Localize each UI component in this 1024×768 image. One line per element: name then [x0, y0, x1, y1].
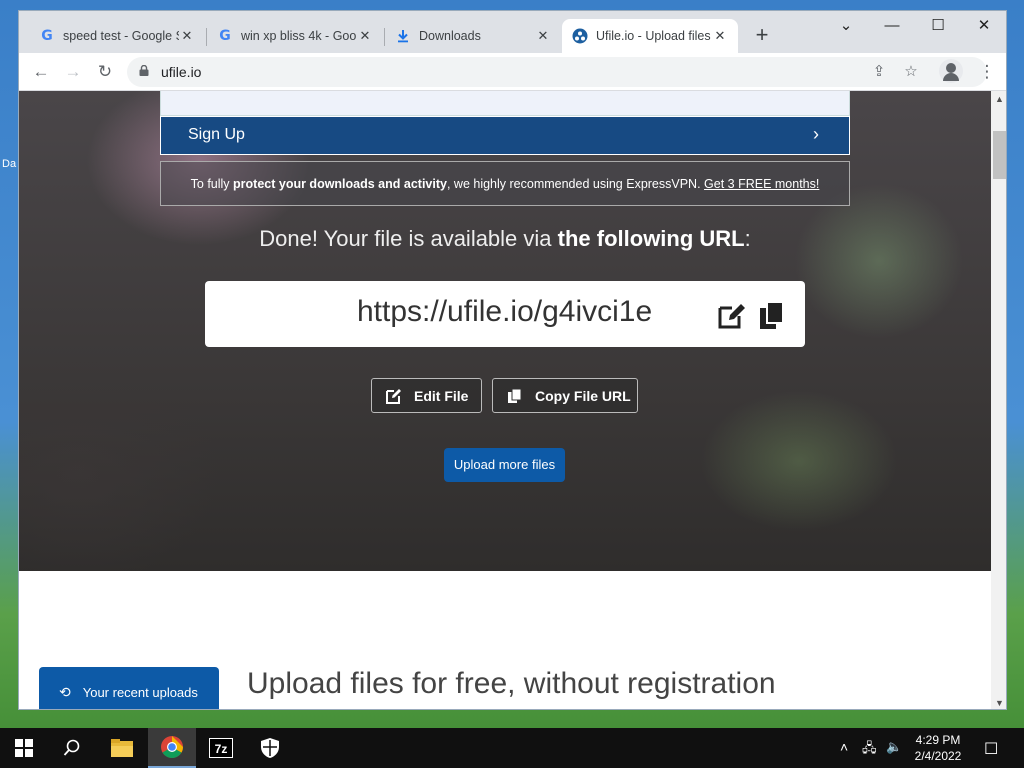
edit-icon[interactable]	[717, 302, 747, 330]
start-icon	[15, 739, 33, 757]
vpn-middle: , we highly recommended using ExpressVPN…	[446, 177, 705, 191]
clock-time: 4:29 PM	[915, 733, 961, 747]
close-icon[interactable]: ✕	[179, 28, 195, 44]
tab-win-xp-bliss[interactable]: G win xp bliss 4k - Goo ✕	[207, 19, 383, 53]
taskbar: 7z ˄ 🖧 🔈 4:29 PM 2/4/2022 ☐	[0, 728, 1024, 768]
reload-icon[interactable]: ↻	[91, 59, 119, 85]
vpn-offer-link[interactable]: Get 3 FREE months!	[704, 177, 819, 191]
history-icon: ⟲	[59, 683, 71, 700]
file-url-text[interactable]: https://ufile.io/g4ivci1e	[357, 295, 652, 329]
tab-label: speed test - Google S	[63, 29, 179, 43]
signup-panel-top	[160, 91, 850, 116]
desktop-icon-label[interactable]: Da	[2, 158, 16, 170]
done-suffix: :	[744, 226, 751, 251]
file-explorer-button[interactable]	[98, 728, 146, 768]
copy-file-url-label: Copy File URL	[535, 387, 631, 404]
minimize-button[interactable]: —	[869, 11, 915, 41]
chrome-icon	[161, 736, 183, 758]
profile-avatar-icon[interactable]	[939, 59, 963, 83]
upload-more-files-button[interactable]: Upload more files	[444, 448, 565, 482]
chevron-up-icon[interactable]: ˄	[840, 739, 848, 755]
page-viewport: Sign Up › To fully protect your download…	[19, 91, 991, 709]
copy-icon	[508, 388, 522, 403]
done-message: Done! Your file is available via the fol…	[19, 226, 991, 252]
tab-label: Downloads	[419, 29, 481, 43]
new-tab-button[interactable]: +	[749, 23, 775, 49]
browser-toolbar: ← → ↻ ufile.io ⇪ ☆ ⋮	[19, 53, 1006, 91]
lock-icon[interactable]	[139, 65, 149, 76]
done-prefix: Done! Your file is available via	[259, 226, 558, 251]
google-icon: G	[41, 28, 53, 44]
address-bar[interactable]: ufile.io ⇪ ☆	[127, 57, 987, 87]
close-icon[interactable]: ✕	[357, 28, 373, 44]
signup-button[interactable]: Sign Up ›	[160, 116, 850, 155]
7zip-icon: 7z	[209, 738, 233, 758]
tab-ufile[interactable]: Ufile.io - Upload files ✕	[562, 19, 738, 53]
ufile-icon	[572, 28, 588, 44]
file-explorer-icon	[111, 739, 133, 757]
edit-file-button[interactable]: Edit File	[371, 378, 482, 413]
vpn-notice: To fully protect your downloads and acti…	[160, 161, 850, 206]
close-icon[interactable]: ✕	[535, 28, 551, 44]
maximize-button[interactable]: ☐	[915, 11, 961, 41]
tab-label: Ufile.io - Upload files	[596, 29, 711, 43]
desktop-background: Da	[0, 0, 18, 728]
search-icon	[63, 739, 80, 756]
system-clock[interactable]: 4:29 PM 2/4/2022	[908, 732, 968, 764]
back-arrow-icon[interactable]: ←	[27, 59, 55, 85]
7zip-button[interactable]: 7z	[197, 728, 245, 768]
volume-muted-icon[interactable]: 🔈	[886, 739, 902, 755]
download-icon	[398, 30, 408, 43]
tab-strip: G speed test - Google S ✕ G win xp bliss…	[19, 11, 1006, 53]
section-title: Upload files for free, without registrat…	[247, 667, 776, 700]
browser-window: G speed test - Google S ✕ G win xp bliss…	[18, 10, 1007, 710]
copy-file-url-button[interactable]: Copy File URL	[492, 378, 638, 413]
tab-search-button[interactable]: ⌄	[823, 11, 869, 41]
recent-uploads-button[interactable]: ⟲ Your recent uploads	[39, 667, 219, 709]
page-scrollbar[interactable]: ▲ ▼	[991, 91, 1006, 709]
bookmark-star-icon[interactable]: ☆	[899, 60, 923, 84]
tab-downloads[interactable]: Downloads ✕	[385, 19, 561, 53]
chevron-right-icon: ›	[813, 124, 819, 144]
tab-speed-test[interactable]: G speed test - Google S ✕	[29, 19, 205, 53]
scroll-up-icon[interactable]: ▲	[995, 94, 1004, 104]
edit-icon	[386, 388, 401, 404]
done-bold: the following URL	[557, 226, 745, 251]
vpn-prefix: To fully	[190, 177, 234, 191]
search-button[interactable]	[48, 728, 96, 768]
file-url-box: https://ufile.io/g4ivci1e	[205, 281, 805, 347]
scrollbar-thumb[interactable]	[993, 131, 1006, 179]
scroll-down-icon[interactable]: ▼	[995, 698, 1004, 708]
share-icon[interactable]: ⇪	[867, 60, 891, 84]
close-window-button[interactable]: ✕	[961, 11, 1006, 41]
url-text[interactable]: ufile.io	[161, 64, 201, 80]
forward-arrow-icon[interactable]: →	[59, 59, 87, 85]
vpn-bold: protect your downloads and activity	[233, 177, 447, 191]
network-icon[interactable]: 🖧	[862, 739, 877, 761]
hero-section: Sign Up › To fully protect your download…	[19, 91, 991, 571]
svg-text:7z: 7z	[215, 742, 228, 756]
tab-label: win xp bliss 4k - Goo	[241, 29, 357, 43]
copy-icon[interactable]	[759, 301, 785, 331]
chrome-taskbar-button[interactable]	[148, 728, 196, 768]
notification-icon[interactable]: ☐	[984, 739, 998, 759]
security-icon	[261, 738, 279, 758]
google-icon: G	[219, 28, 231, 44]
start-button[interactable]	[0, 728, 48, 768]
edit-file-label: Edit File	[414, 387, 469, 404]
clock-date: 2/4/2022	[914, 749, 962, 763]
menu-kebab-icon[interactable]: ⋮	[973, 59, 1001, 85]
close-icon[interactable]: ✕	[712, 28, 728, 44]
security-button[interactable]	[246, 728, 294, 768]
recent-uploads-label: Your recent uploads	[82, 684, 198, 700]
signup-label: Sign Up	[188, 126, 245, 143]
